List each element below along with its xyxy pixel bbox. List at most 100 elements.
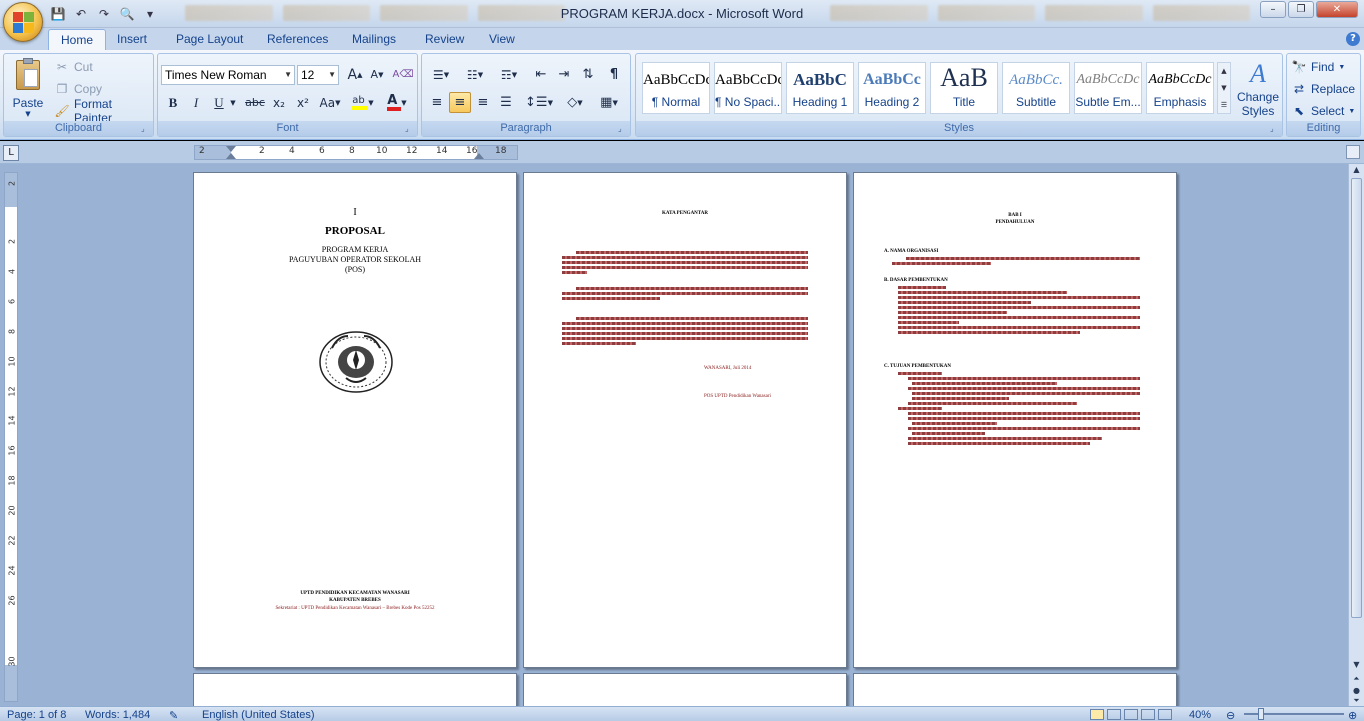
tab-selector-button[interactable]: L: [3, 145, 19, 161]
copy-button[interactable]: ❐ Copy: [54, 79, 102, 99]
previous-page-icon[interactable]: ⏶: [1351, 674, 1362, 686]
underline-dropdown-icon[interactable]: ▼: [228, 92, 238, 113]
change-case-button[interactable]: Aa ▼: [316, 92, 344, 113]
dialog-launcher-icon[interactable]: ⌟: [405, 124, 415, 134]
indent-marker-bottom-icon[interactable]: [226, 153, 236, 159]
sort-button[interactable]: ⇅: [577, 64, 599, 85]
minimize-button[interactable]: –: [1260, 1, 1286, 18]
cut-button[interactable]: ✂ Cut: [54, 57, 93, 77]
indent-marker-icon[interactable]: [226, 146, 236, 152]
maximize-button[interactable]: ❐: [1288, 1, 1314, 18]
language-indicator[interactable]: English (United States): [202, 709, 315, 721]
replace-button[interactable]: ⇄ Replace: [1291, 79, 1355, 99]
right-indent-marker-icon[interactable]: [474, 153, 484, 159]
font-color-button[interactable]: A ▼: [382, 92, 412, 113]
justify-button[interactable]: ☰: [495, 92, 517, 113]
line-spacing-button[interactable]: ↕☰ ▼: [524, 92, 554, 113]
page-1[interactable]: I PROPOSAL PROGRAM KERJA PAGUYUBAN OPERA…: [193, 172, 517, 668]
tab-review[interactable]: Review: [413, 29, 476, 50]
font-name-combo[interactable]: Times New Roman ▼: [161, 65, 295, 85]
dialog-launcher-icon[interactable]: ⌟: [618, 124, 628, 134]
decrease-indent-button[interactable]: ⇤: [530, 64, 552, 85]
full-screen-reading-icon[interactable]: [1107, 709, 1121, 720]
align-center-button[interactable]: ≡: [449, 92, 471, 113]
office-button[interactable]: [3, 2, 43, 42]
align-right-button[interactable]: ≡: [472, 92, 494, 113]
proofing-icon[interactable]: ✎: [169, 709, 178, 721]
page-count[interactable]: Page: 1 of 8: [7, 709, 66, 721]
draft-view-icon[interactable]: [1158, 709, 1172, 720]
shading-button[interactable]: ◇ ▼: [560, 92, 590, 113]
undo-icon[interactable]: ↶: [71, 5, 91, 23]
bullets-button[interactable]: ☰ ▼: [426, 64, 456, 85]
styles-gallery-scroll[interactable]: ▲ ▼ ☰: [1217, 62, 1231, 114]
style-heading-1[interactable]: AaBbC Heading 1: [786, 62, 854, 114]
superscript-button[interactable]: x²: [292, 92, 314, 113]
scrollbar-thumb[interactable]: [1351, 178, 1362, 618]
web-layout-icon[interactable]: [1124, 709, 1138, 720]
align-left-button[interactable]: ≡: [426, 92, 448, 113]
style-emphasis[interactable]: AaBbCcDc Emphasis: [1146, 62, 1214, 114]
style-normal[interactable]: AaBbCcDc ¶ Normal: [642, 62, 710, 114]
find-button[interactable]: 🔭 Find ▼: [1291, 57, 1346, 77]
document-area[interactable]: 2 2 4 6 8 10 12 14 16 18 20 22 24 26 30 …: [0, 164, 1348, 706]
tab-mailings[interactable]: Mailings: [340, 29, 408, 50]
zoom-out-icon[interactable]: ⊖: [1226, 709, 1235, 721]
page-3[interactable]: BAB I PENDAHULUAN A. NAMA ORGANISASI B. …: [853, 172, 1177, 668]
paste-button[interactable]: Paste ▼: [10, 58, 46, 118]
horizontal-ruler[interactable]: 2 2 4 6 8 10 12 14 16 18: [194, 145, 518, 160]
clear-formatting-button[interactable]: A⌫: [392, 64, 414, 85]
shrink-font-button[interactable]: A ▼: [366, 64, 388, 85]
page-4[interactable]: [193, 673, 517, 706]
style-title[interactable]: AaB Title: [930, 62, 998, 114]
view-ruler-icon[interactable]: [1346, 145, 1360, 159]
highlight-button[interactable]: ab ▼: [348, 92, 378, 113]
multilevel-list-button[interactable]: ☶ ▼: [494, 64, 524, 85]
style-heading-2[interactable]: AaBbCc Heading 2: [858, 62, 926, 114]
select-button[interactable]: ⬉ Select ▼: [1291, 101, 1355, 121]
borders-button[interactable]: ▦ ▼: [594, 92, 624, 113]
tab-references[interactable]: References: [255, 29, 340, 50]
help-icon[interactable]: ?: [1346, 32, 1360, 46]
style-no-spacing[interactable]: AaBbCcDc ¶ No Spaci...: [714, 62, 782, 114]
page-2[interactable]: KATA PENGANTAR WANASARI, Juli 2014 POS U…: [523, 172, 847, 668]
vertical-ruler[interactable]: 2 2 4 6 8 10 12 14 16 18 20 22 24 26 30: [4, 172, 18, 702]
tab-home[interactable]: Home: [48, 29, 107, 50]
word-count[interactable]: Words: 1,484: [85, 709, 150, 721]
bold-button[interactable]: B: [162, 92, 184, 113]
dialog-launcher-icon[interactable]: ⌟: [141, 124, 151, 134]
vertical-scrollbar[interactable]: ▲ ▼ ⏶ ● ⏷: [1348, 164, 1364, 706]
page-5[interactable]: [523, 673, 847, 706]
increase-indent-button[interactable]: ⇥: [553, 64, 575, 85]
zoom-slider-thumb[interactable]: [1258, 708, 1264, 720]
style-subtle-emphasis[interactable]: AaBbCcDc Subtle Em...: [1074, 62, 1142, 114]
italic-button[interactable]: I: [185, 92, 207, 113]
strikethrough-button[interactable]: abc: [244, 92, 266, 113]
zoom-in-icon[interactable]: ⊕: [1348, 709, 1357, 721]
font-size-combo[interactable]: 12 ▼: [297, 65, 339, 85]
style-subtitle[interactable]: AaBbCc. Subtitle: [1002, 62, 1070, 114]
close-button[interactable]: ✕: [1316, 1, 1358, 18]
save-icon[interactable]: 💾: [48, 5, 68, 23]
tab-insert[interactable]: Insert: [105, 29, 159, 50]
scroll-up-icon[interactable]: ▲: [1351, 165, 1362, 177]
zoom-level[interactable]: 40%: [1189, 709, 1211, 721]
print-layout-view-icon[interactable]: [1090, 709, 1104, 720]
outline-view-icon[interactable]: [1141, 709, 1155, 720]
redo-icon[interactable]: ↷: [94, 5, 114, 23]
tab-page-layout[interactable]: Page Layout: [164, 29, 255, 50]
print-preview-icon[interactable]: 🔍: [117, 5, 137, 23]
dialog-launcher-icon[interactable]: ⌟: [1270, 124, 1280, 134]
format-painter-button[interactable]: 🖌 Format Painter: [54, 97, 153, 125]
page-6[interactable]: [853, 673, 1177, 706]
ruler-tick: 4: [289, 146, 295, 156]
customize-qat-icon[interactable]: ▾: [140, 5, 160, 23]
subscript-button[interactable]: x₂: [268, 92, 290, 113]
numbering-button[interactable]: ☷ ▼: [460, 64, 490, 85]
change-styles-button[interactable]: A Change Styles: [1235, 58, 1281, 120]
tab-view[interactable]: View: [477, 29, 527, 50]
scroll-down-icon[interactable]: ▼: [1351, 660, 1362, 672]
grow-font-button[interactable]: A ▲: [344, 64, 366, 85]
show-hide-button[interactable]: ¶: [603, 64, 625, 85]
underline-button[interactable]: U: [208, 92, 230, 113]
